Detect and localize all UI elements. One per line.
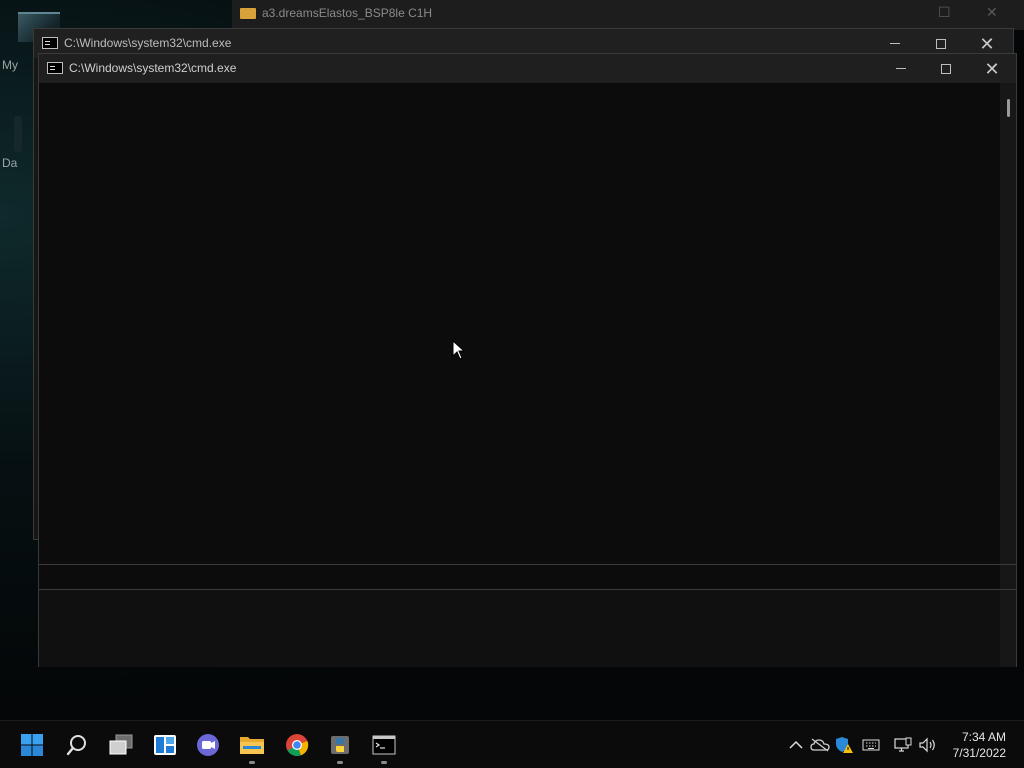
cmd-taskbar-button[interactable]	[368, 729, 400, 764]
window-title: C:\Windows\system32\cmd.exe	[64, 36, 232, 50]
search-icon	[66, 735, 86, 756]
widgets-button[interactable]	[149, 729, 181, 761]
clock-date: 7/31/2022	[952, 746, 1006, 760]
onedrive-icon[interactable]	[810, 735, 830, 755]
close-button[interactable]: ✕	[969, 54, 1015, 83]
window-title: a3.dreamsElastos_BSP8le C1H	[262, 6, 433, 20]
keyboard-icon[interactable]	[861, 735, 881, 755]
scroll-thumb[interactable]	[1007, 99, 1010, 117]
minimize-icon	[890, 43, 900, 44]
file-explorer-button[interactable]	[236, 729, 268, 764]
window-title: C:\Windows\system32\cmd.exe	[69, 61, 237, 75]
clock-time: 7:34 AM	[961, 730, 1006, 744]
windows-logo-icon	[21, 734, 43, 756]
task-view-icon	[109, 734, 133, 755]
network-icon[interactable]	[893, 735, 913, 755]
running-indicator	[337, 761, 343, 764]
close-icon[interactable]: ✕	[986, 4, 998, 21]
cmd-icon	[42, 37, 58, 49]
running-indicator	[381, 761, 387, 764]
cmd-window[interactable]: C:\Windows\system32\cmd.exe ✕	[38, 53, 1017, 667]
maximize-button[interactable]	[923, 54, 969, 83]
security-warning-icon[interactable]	[834, 735, 854, 755]
start-button[interactable]	[16, 729, 48, 761]
vertical-scrollbar[interactable]	[1000, 83, 1016, 667]
teams-chat-icon	[197, 734, 219, 756]
console-output[interactable]	[39, 83, 1000, 564]
minimize-button[interactable]	[878, 54, 924, 83]
desktop-shortcut-icon[interactable]	[14, 116, 22, 152]
widgets-icon	[154, 735, 176, 755]
mouse-cursor-icon	[452, 340, 466, 360]
close-icon: ✕	[984, 58, 1000, 79]
python-button[interactable]	[324, 729, 356, 764]
task-view-button[interactable]	[105, 729, 137, 761]
chrome-button[interactable]	[281, 729, 313, 761]
desktop: My Da a3.dreamsElastos_BSP8le C1H ☐ ✕ C:…	[0, 0, 1024, 720]
minimize-icon	[896, 68, 906, 69]
console-lower-pane[interactable]	[39, 590, 1000, 667]
desktop-icon-label[interactable]: My	[2, 58, 18, 72]
title-bar[interactable]: C:\Windows\system32\cmd.exe ✕	[39, 54, 1016, 83]
maximize-icon	[941, 63, 951, 74]
python-icon	[331, 736, 349, 754]
taskbar: 7:34 AM 7/31/2022	[0, 720, 1024, 768]
cmd-icon	[372, 735, 396, 755]
folder-icon	[240, 8, 256, 19]
maximize-icon[interactable]: ☐	[938, 4, 951, 21]
desktop-icon-label[interactable]: Da	[2, 156, 17, 170]
divider	[39, 564, 1016, 565]
volume-icon[interactable]	[918, 735, 938, 755]
maximize-icon	[936, 38, 946, 49]
search-button[interactable]	[61, 729, 93, 761]
chrome-icon	[286, 734, 309, 757]
system-clock[interactable]: 7:34 AM 7/31/2022	[953, 729, 1006, 761]
close-icon: ✕	[979, 33, 995, 54]
folder-icon	[240, 737, 264, 754]
chat-button[interactable]	[192, 729, 224, 761]
file-explorer-window[interactable]: a3.dreamsElastos_BSP8le C1H ☐ ✕	[232, 0, 1024, 30]
running-indicator	[249, 761, 255, 764]
chevron-up-icon[interactable]	[786, 735, 806, 755]
cmd-icon	[47, 62, 63, 74]
